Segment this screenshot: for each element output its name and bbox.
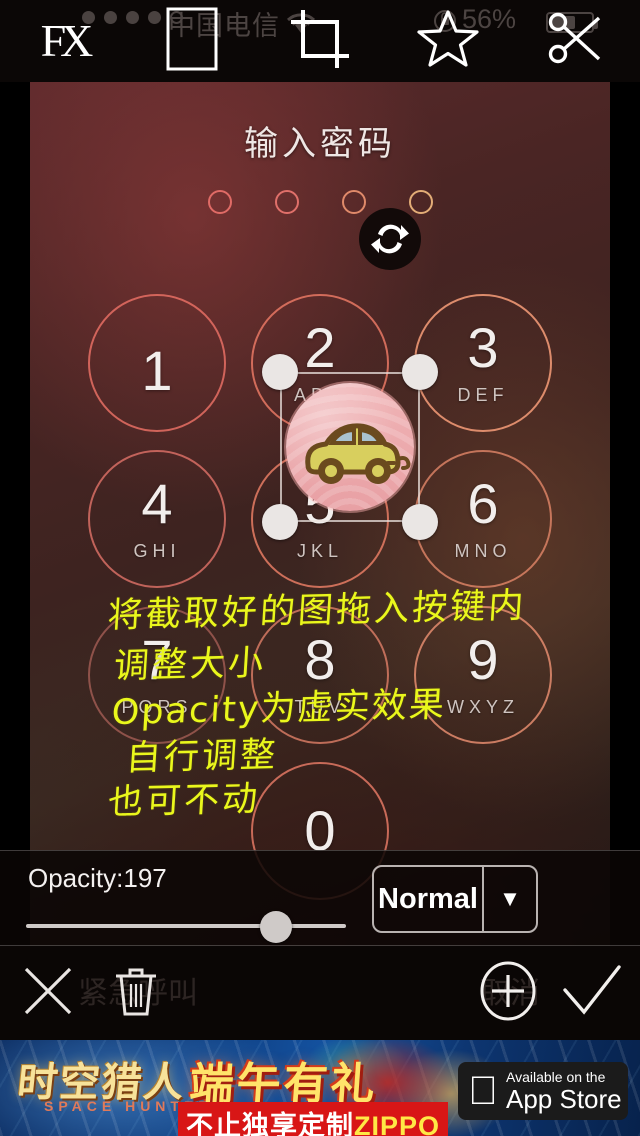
star-button[interactable] [384, 0, 512, 82]
slider-thumb[interactable] [260, 911, 292, 943]
key-ring [88, 450, 226, 588]
ad-strip-highlight: ZIPPO [354, 1111, 441, 1136]
key-7[interactable]: 7 PQRS [88, 606, 226, 744]
keypad-row: 7 PQRS 8 TUV 9 WXYZ [30, 606, 610, 744]
opacity-panel: Opacity:197 Normal ▼ [0, 850, 640, 946]
opacity-slider[interactable] [26, 911, 346, 943]
passcode-title: 输入密码 [244, 125, 396, 163]
key-1[interactable]: 1 [88, 294, 226, 432]
key-ring [251, 606, 389, 744]
lockscreen-image: 输入密码 1 2 3 DEF 4 GHI JKL 6 MNO 7 PQRS 8 … [30, 82, 610, 946]
check-icon [561, 964, 623, 1023]
apple-icon:  [468, 1071, 498, 1111]
blend-mode-value: Normal [374, 867, 484, 931]
delete-button[interactable] [96, 946, 176, 1040]
slider-track [26, 924, 346, 928]
app-root: 中国电信 56% FX 输入密码 1 2 3 DEF 4 GHI JKL 6 M… [0, 0, 640, 1136]
passcode-dot [408, 190, 433, 214]
key-ring [414, 606, 552, 744]
crop-icon [289, 8, 351, 75]
app-store-available: Available on the [476, 1069, 605, 1085]
frame-button[interactable] [128, 0, 256, 82]
resize-handle-bottom-left[interactable] [262, 504, 298, 540]
editor-canvas[interactable]: 输入密码 1 2 3 DEF 4 GHI JKL 6 MNO 7 PQRS 8 … [0, 82, 640, 946]
crop-button[interactable] [256, 0, 384, 82]
star-icon [417, 9, 479, 74]
key-9[interactable]: 9 WXYZ [414, 606, 552, 744]
passcode-dot [341, 190, 366, 214]
scissors-icon [547, 10, 605, 73]
car-sticker[interactable] [262, 354, 438, 540]
refresh-icon[interactable] [359, 208, 421, 270]
trash-icon [113, 964, 159, 1023]
plus-circle-icon [479, 960, 537, 1027]
scissors-button[interactable] [512, 0, 640, 82]
passcode-dot [274, 190, 299, 214]
app-store-text: Available on the App Store [506, 1070, 622, 1112]
passcode-dots [30, 190, 610, 214]
app-store-badge[interactable]:  Available on the App Store [458, 1062, 628, 1120]
ad-banner[interactable]: 时空猎人 SPACE HUNTER 端午有礼 不止独享定制ZIPPO  Ava… [0, 1040, 640, 1136]
frame-icon [164, 6, 220, 77]
opacity-label: Opacity:197 [28, 863, 167, 893]
close-icon [21, 964, 75, 1023]
resize-handle-bottom-right[interactable] [402, 504, 438, 540]
resize-handle-top-left[interactable] [262, 354, 298, 390]
confirm-button[interactable] [552, 946, 632, 1040]
sticker-image [286, 383, 414, 511]
key-4[interactable]: 4 GHI [88, 450, 226, 588]
bottom-toolbar: 紧急呼叫 取消 [0, 946, 640, 1040]
key-digit: 1 [141, 339, 173, 402]
fx-label: FX [40, 15, 94, 66]
app-store-name: App Store [476, 1084, 622, 1114]
add-button[interactable] [468, 946, 548, 1040]
passcode-dot [207, 190, 232, 214]
resize-handle-top-right[interactable] [402, 354, 438, 390]
close-button[interactable] [8, 946, 88, 1040]
ad-strip-text: 不止独享定制 [186, 1111, 354, 1136]
key-ring [88, 606, 226, 744]
key-8[interactable]: 8 TUV [251, 606, 389, 744]
top-toolbar: 中国电信 56% FX [0, 0, 640, 82]
top-tool-icons: FX [0, 0, 640, 82]
ad-strip: 不止独享定制ZIPPO [178, 1102, 449, 1136]
chevron-down-icon: ▼ [499, 886, 521, 911]
blend-mode-dropdown[interactable]: Normal ▼ [372, 865, 538, 933]
fx-button[interactable]: FX [0, 0, 128, 82]
